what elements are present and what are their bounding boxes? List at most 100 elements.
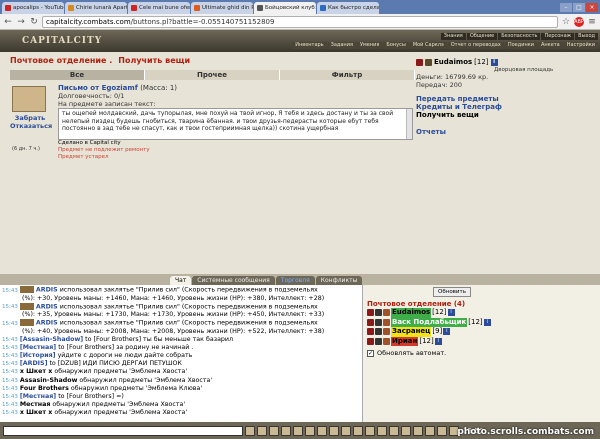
menu-bottom-item[interactable]: Мой Сарклэ xyxy=(409,42,447,49)
menu-bottom-item[interactable]: Умения xyxy=(356,42,383,49)
chat-author[interactable]: Four Brothers xyxy=(20,385,69,392)
post-link[interactable]: Кредиты и Телеграф xyxy=(416,103,596,111)
chat-time[interactable]: 15:43 xyxy=(2,369,18,375)
chat-time[interactable]: 15:43 xyxy=(2,394,18,400)
letter-title-text[interactable]: Письмо от Egoziamf xyxy=(58,84,138,92)
chat-tab[interactable]: Конфликты xyxy=(315,276,363,285)
chat-time[interactable]: 15:43 xyxy=(2,386,18,392)
close-tab-icon[interactable]: × xyxy=(315,5,316,11)
menu-bottom-item[interactable]: Настройки xyxy=(563,42,598,49)
browser-tab[interactable]: Cele mai bune ofer...× xyxy=(128,2,190,14)
menu-top-item[interactable]: Персонаж xyxy=(541,33,575,40)
chat-time[interactable]: 15:43 xyxy=(2,337,18,343)
chat-time[interactable]: 15:43 xyxy=(2,321,18,327)
chat-time[interactable]: 15:43 xyxy=(2,410,18,416)
extension-icon[interactable]: ABP xyxy=(574,16,584,27)
close-window-button[interactable]: × xyxy=(586,3,598,12)
menu-top-item[interactable]: Знания xyxy=(440,33,466,40)
chat-author[interactable]: Assasin-Shadow xyxy=(20,377,78,384)
online-user-name[interactable]: Засранец xyxy=(391,327,432,337)
browser-tab[interactable]: Как быстро сделать... × xyxy=(317,2,379,14)
maximize-button[interactable]: □ xyxy=(573,3,585,12)
info-icon[interactable] xyxy=(401,425,411,436)
chat-time[interactable]: 15:43 xyxy=(2,402,18,408)
browser-tab[interactable]: Ultimate ghid din P...× xyxy=(191,2,253,14)
post-link[interactable]: Получить вещи xyxy=(416,111,596,119)
chat-author[interactable]: [Местная] xyxy=(20,344,56,351)
chat-tab[interactable]: Системные сообщения xyxy=(192,276,275,285)
letter-actions[interactable]: Забрать Отказаться xyxy=(10,114,52,130)
menu-bottom-item[interactable]: Анкета xyxy=(537,42,563,49)
online-user-name[interactable]: Eudaimos xyxy=(391,308,432,318)
menu-icon[interactable]: ≡ xyxy=(587,17,597,27)
auto-refresh-checkbox[interactable]: ✓ xyxy=(367,349,374,357)
chat-time[interactable]: 15:43 xyxy=(2,288,18,294)
menu-top-item[interactable]: Общение xyxy=(466,33,498,40)
quest-icon[interactable] xyxy=(377,425,387,436)
inscription-scrollbar[interactable] xyxy=(406,109,412,139)
chat-author[interactable]: x Шкет x xyxy=(20,409,52,416)
options-icon[interactable] xyxy=(317,425,327,436)
browser-tab[interactable]: Chirie lunară Apart...× xyxy=(65,2,127,14)
forward-arrow-icon[interactable]: → xyxy=(16,17,26,27)
menu-bottom-item[interactable]: Инвентарь xyxy=(292,42,327,49)
friends-icon[interactable] xyxy=(389,425,399,436)
menu-bottom-item[interactable]: Бонусы xyxy=(383,42,409,49)
menu-bottom-item[interactable]: Задания xyxy=(327,42,356,49)
chat-time[interactable]: 15:43 xyxy=(2,361,18,367)
info-icon[interactable]: i xyxy=(443,328,451,336)
sound-icon[interactable] xyxy=(293,425,303,436)
info-icon[interactable]: i xyxy=(434,337,442,345)
private-icon[interactable] xyxy=(341,425,351,436)
chat-tab[interactable]: Торговля xyxy=(275,276,315,285)
chat-author[interactable]: ARDIS xyxy=(36,320,58,327)
refresh-icon[interactable] xyxy=(305,425,315,436)
bag-icon[interactable] xyxy=(425,425,435,436)
refresh-button[interactable]: Обновить xyxy=(433,287,471,297)
post-link[interactable]: Отчеты xyxy=(416,128,596,136)
menu-bottom-item[interactable]: Отчет о переводах xyxy=(447,42,504,49)
chat-author[interactable]: [ARDIS] xyxy=(20,360,48,367)
chat-input[interactable] xyxy=(3,425,243,436)
translit-icon[interactable] xyxy=(257,425,267,436)
chat-time[interactable]: 15:43 xyxy=(2,345,18,351)
online-user-name[interactable]: Васк Подлабьщик xyxy=(391,317,468,327)
menu-top-item[interactable]: Выход xyxy=(575,33,598,40)
trade-icon[interactable] xyxy=(437,425,447,436)
chat-author[interactable]: x Шкет x xyxy=(20,368,52,375)
journal-icon[interactable] xyxy=(413,425,423,436)
chat-author[interactable]: Местная xyxy=(20,401,51,408)
chat-time[interactable]: 15:43 xyxy=(2,378,18,384)
reload-icon[interactable]: ↻ xyxy=(29,17,39,27)
chat-author[interactable]: [Assasin-Shadow] xyxy=(20,336,83,343)
filter-icon[interactable] xyxy=(281,425,291,436)
mail-subtab[interactable]: Все xyxy=(10,70,145,80)
mail-subtab[interactable]: Фильтр xyxy=(280,70,415,80)
chat-time[interactable]: 15:43 xyxy=(2,304,18,310)
chat-author[interactable]: [История] xyxy=(20,352,56,359)
browser-tab[interactable]: apocalips - YouTube× xyxy=(2,2,64,14)
chat-author[interactable]: [Местная] xyxy=(20,393,56,400)
back-arrow-icon[interactable]: ← xyxy=(3,17,13,27)
map-icon[interactable] xyxy=(365,425,375,436)
info-icon[interactable]: i xyxy=(447,309,455,317)
menu-top-item[interactable]: Безопасность xyxy=(498,33,541,40)
chat-author[interactable]: ARDIS xyxy=(36,287,58,294)
menu-bottom-item[interactable]: Поединки xyxy=(504,42,537,49)
mail-subtab[interactable]: Прочее xyxy=(145,70,280,80)
chat-tab[interactable]: Чат xyxy=(170,276,192,285)
user-name[interactable]: Eudaimos xyxy=(434,58,472,66)
clear-icon[interactable] xyxy=(269,425,279,436)
exit-icon[interactable] xyxy=(353,425,363,436)
url-input[interactable]: capitalcity.combats.com/buttons.pl?battl… xyxy=(42,15,558,28)
star-icon[interactable]: ☆ xyxy=(561,17,571,27)
online-user-name[interactable]: Ириан xyxy=(391,336,419,346)
post-link[interactable]: Передать предметы xyxy=(416,95,596,103)
info-icon[interactable]: i xyxy=(490,58,498,66)
browser-tab[interactable]: Бойцовский клуб× xyxy=(254,2,316,14)
chat-author[interactable]: ARDIS xyxy=(36,303,58,310)
info-icon[interactable]: i xyxy=(483,318,491,326)
ignore-icon[interactable] xyxy=(329,425,339,436)
chat-time[interactable]: 15:43 xyxy=(2,353,18,359)
smile-icon[interactable] xyxy=(245,425,255,436)
